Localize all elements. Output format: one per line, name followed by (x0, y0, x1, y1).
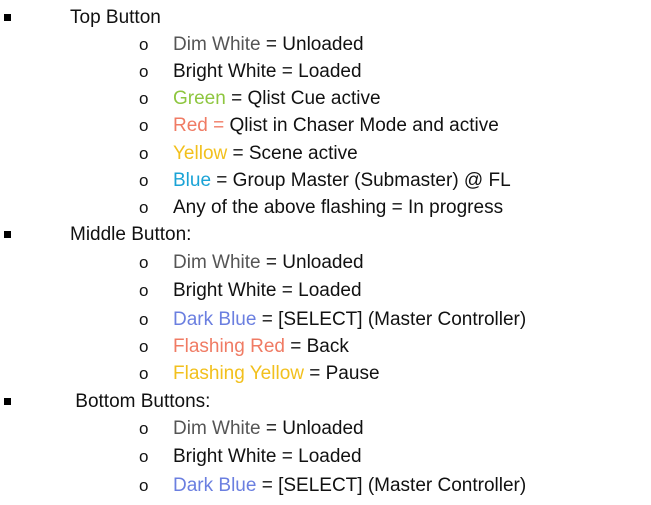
item-rest: = Loaded (276, 61, 362, 82)
list-item: o Flashing Yellow = Pause (0, 360, 651, 387)
circle-bullet-icon: o (139, 35, 149, 54)
circle-bullet-icon: o (139, 364, 149, 383)
circle-bullet-icon: o (139, 310, 149, 329)
item-rest: = Unloaded (260, 252, 364, 273)
list-item: o Red = Qlist in Chaser Mode and active (0, 112, 651, 139)
item-key: Red = (173, 115, 225, 136)
list-item: o Blue = Group Master (Submaster) @ FL (0, 167, 651, 194)
item-rest: = Loaded (276, 280, 362, 301)
list-item: o Dark Blue = [SELECT] (Master Controlle… (0, 472, 651, 499)
circle-bullet-icon: o (139, 253, 149, 272)
circle-bullet-icon: o (139, 198, 149, 217)
item-rest: = [SELECT] (Master Controller) (256, 309, 527, 330)
item-rest: = Scene active (227, 143, 358, 164)
section-heading-middle-button: Middle Button: (0, 221, 651, 248)
item-key: Green (173, 88, 226, 109)
circle-bullet-icon: o (139, 171, 149, 190)
heading-text: Middle Button: (70, 224, 192, 245)
item-key: Dark Blue (173, 475, 257, 496)
heading-text: Top Button (70, 7, 161, 28)
item-key: Yellow (173, 143, 228, 164)
list-item: o Bright White = Loaded (0, 277, 651, 304)
list-item: o Bright White = Loaded (0, 58, 651, 85)
item-key: Dark Blue (173, 309, 257, 330)
item-rest: Qlist in Chaser Mode and active (224, 115, 499, 136)
item-key: Bright White (173, 446, 277, 467)
document: Top Button o Dim White = Unloaded o Brig… (0, 0, 651, 505)
item-rest: = Loaded (276, 446, 362, 467)
circle-bullet-icon: o (139, 419, 149, 438)
circle-bullet-icon: o (139, 144, 149, 163)
circle-bullet-icon: o (139, 281, 149, 300)
list-item: o Green = Qlist Cue active (0, 85, 651, 112)
square-bullet-icon (4, 14, 11, 21)
section-heading-bottom-buttons: Bottom Buttons: (0, 388, 651, 415)
section-heading-top-button: Top Button (0, 4, 651, 31)
list-item: o Dim White = Unloaded (0, 249, 651, 276)
item-rest: = Unloaded (260, 418, 364, 439)
item-rest: = Group Master (Submaster) @ FL (211, 170, 511, 191)
square-bullet-icon (4, 231, 11, 238)
circle-bullet-icon: o (139, 337, 149, 356)
item-key: Flashing Yellow (173, 363, 304, 384)
circle-bullet-icon: o (139, 447, 149, 466)
list-item: o Dim White = Unloaded (0, 415, 651, 442)
item-key: Bright White (173, 61, 277, 82)
item-rest: = Pause (303, 363, 380, 384)
item-key: Dim White (173, 252, 261, 273)
list-item: o Dark Blue = [SELECT] (Master Controlle… (0, 306, 651, 333)
square-bullet-icon (4, 398, 11, 405)
item-rest: = [SELECT] (Master Controller) (256, 475, 527, 496)
list-item: o Dim White = Unloaded (0, 31, 651, 58)
list-item: o Bright White = Loaded (0, 443, 651, 470)
list-item: o Yellow = Scene active (0, 140, 651, 167)
list-item: o Flashing Red = Back (0, 333, 651, 360)
item-key: Dim White (173, 418, 261, 439)
list-item: o Any of the above flashing = In progres… (0, 194, 651, 221)
item-rest: = Back (284, 336, 349, 357)
circle-bullet-icon: o (139, 476, 149, 495)
item-rest: = In progress (386, 197, 504, 218)
item-rest: = Qlist Cue active (225, 88, 381, 109)
item-key: Dim White (173, 34, 261, 55)
circle-bullet-icon: o (139, 62, 149, 81)
item-key: Flashing Red (173, 336, 285, 357)
circle-bullet-icon: o (139, 89, 149, 108)
heading-text: Bottom Buttons: (70, 391, 211, 412)
item-key: Any of the above flashing (173, 197, 387, 218)
item-key: Bright White (173, 280, 277, 301)
circle-bullet-icon: o (139, 116, 149, 135)
item-rest: = Unloaded (260, 34, 364, 55)
item-key: Blue (173, 170, 212, 191)
